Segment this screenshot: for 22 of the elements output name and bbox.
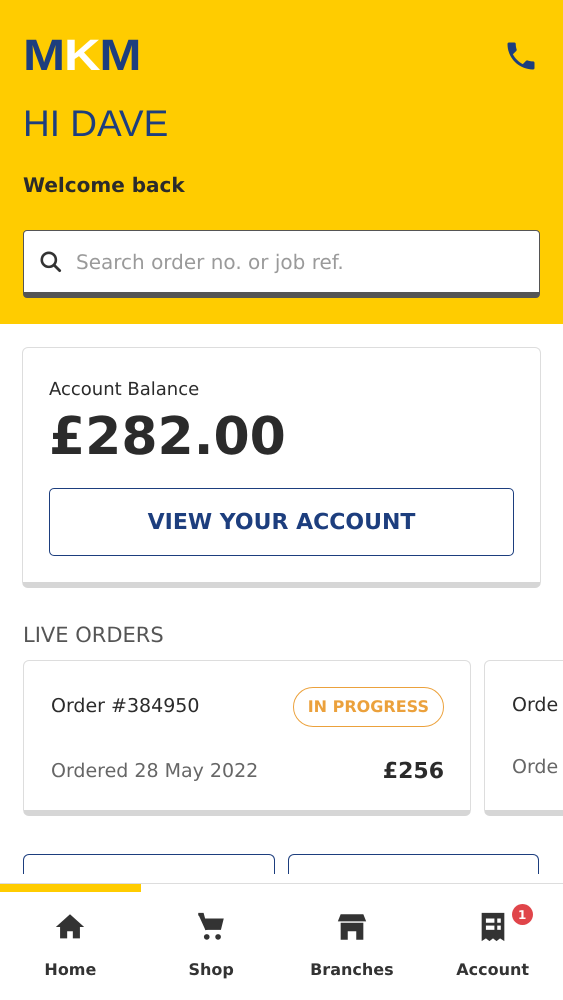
balance-amount: £282.00 bbox=[49, 409, 287, 466]
tab-item[interactable]: Account 1 bbox=[422, 884, 563, 1000]
order-date: Orde bbox=[512, 754, 558, 780]
order-number: Order #384950 bbox=[51, 694, 200, 720]
welcome-text: Welcome back bbox=[23, 172, 186, 199]
order-date: Ordered 28 May 2022 bbox=[51, 758, 258, 784]
notification-badge: 1 bbox=[512, 904, 533, 925]
tab-item[interactable]: Shop bbox=[140, 884, 282, 1000]
section-title: LIVE ORDERS bbox=[23, 622, 165, 650]
search-icon bbox=[38, 248, 64, 274]
view-account-button[interactable]: VIEW YOUR ACCOUNT bbox=[49, 488, 514, 556]
status-badge: IN PROGRESS bbox=[292, 686, 444, 727]
order-total: £256 bbox=[382, 758, 444, 786]
search-bar[interactable]: Search order no. or job ref. bbox=[23, 230, 540, 298]
tab-item[interactable]: Home bbox=[0, 884, 141, 1000]
order-card[interactable]: Orde Orde bbox=[484, 660, 563, 816]
tab-item[interactable]: Branches bbox=[282, 884, 422, 1000]
balance-label: Account Balance bbox=[49, 378, 200, 402]
order-number: Orde bbox=[512, 693, 558, 718]
order-card[interactable]: Order #384950 IN PROGRESS Ordered 28 May 2022 £256 bbox=[23, 660, 471, 816]
logo: MKM bbox=[23, 38, 140, 74]
greeting: HI DAVE bbox=[23, 104, 170, 144]
